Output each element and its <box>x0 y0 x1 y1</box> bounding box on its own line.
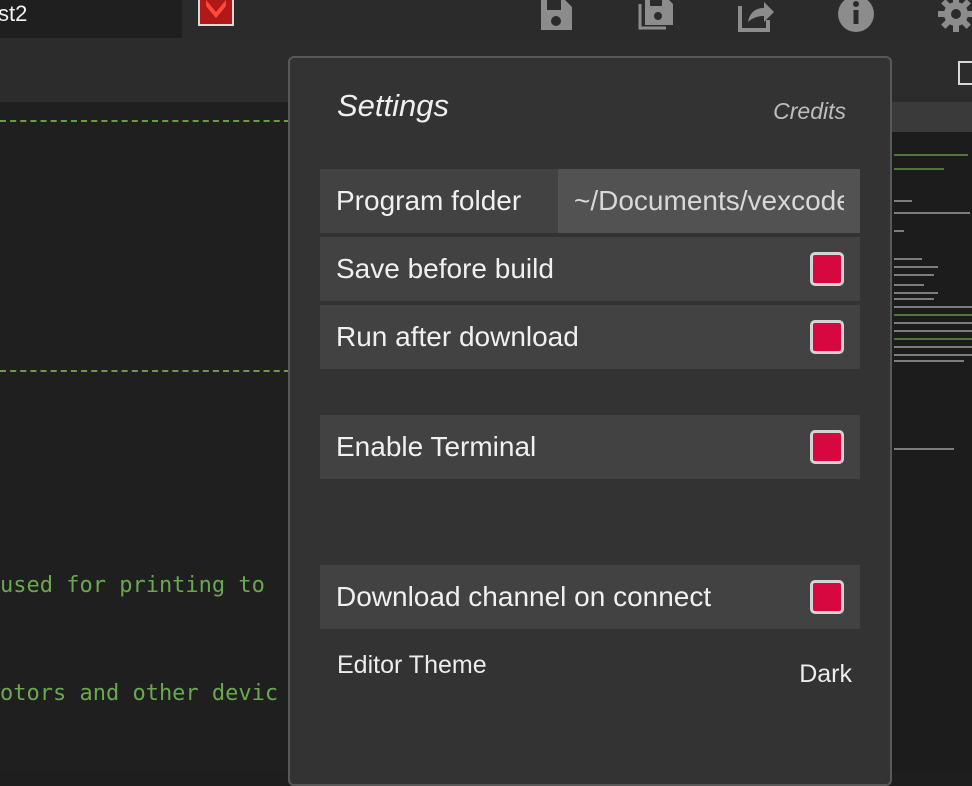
panel-toggle-checkbox[interactable] <box>958 61 972 85</box>
settings-dialog: Settings Credits Program folder Save bef… <box>288 56 892 786</box>
download-channel-label: Download channel on connect <box>336 581 712 612</box>
info-icon[interactable] <box>836 0 876 32</box>
program-folder-input[interactable] <box>558 169 860 233</box>
code-editor[interactable]: used for printing to otors and other dev… <box>0 102 300 772</box>
run-after-download-row[interactable]: Run after download <box>320 305 860 369</box>
credits-link[interactable]: Credits <box>773 98 846 125</box>
code-minimap[interactable] <box>892 102 972 772</box>
comment-divider <box>0 370 300 372</box>
save-before-build-row[interactable]: Save before build <box>320 237 860 301</box>
save-icon[interactable] <box>536 0 576 32</box>
enable-terminal-row[interactable]: Enable Terminal <box>320 415 860 479</box>
download-channel-checkbox[interactable] <box>810 580 844 614</box>
program-folder-label: Program folder <box>336 185 522 216</box>
editor-theme-select[interactable]: Dark <box>799 660 852 689</box>
minimap-header <box>892 102 972 132</box>
vex-logo-icon <box>198 0 234 26</box>
program-folder-row: Program folder <box>320 169 860 233</box>
code-line: used for printing to <box>0 573 265 598</box>
export-icon[interactable] <box>736 0 776 32</box>
code-line: otors and other devic <box>0 681 279 706</box>
settings-title: Settings <box>337 88 450 123</box>
top-toolbar: st2 <box>0 0 972 38</box>
gear-icon[interactable] <box>936 0 972 32</box>
file-tab-label: st2 <box>0 1 28 26</box>
save-before-build-label: Save before build <box>336 253 554 284</box>
run-after-download-checkbox[interactable] <box>810 320 844 354</box>
file-tab[interactable]: st2 <box>0 0 182 38</box>
enable-terminal-checkbox[interactable] <box>810 430 844 464</box>
editor-theme-label: Editor Theme <box>337 651 487 679</box>
enable-terminal-label: Enable Terminal <box>336 431 537 462</box>
comment-divider <box>0 120 300 122</box>
save-as-icon[interactable] <box>636 0 676 32</box>
download-channel-row[interactable]: Download channel on connect <box>320 565 860 629</box>
save-before-build-checkbox[interactable] <box>810 252 844 286</box>
run-after-download-label: Run after download <box>336 321 579 352</box>
